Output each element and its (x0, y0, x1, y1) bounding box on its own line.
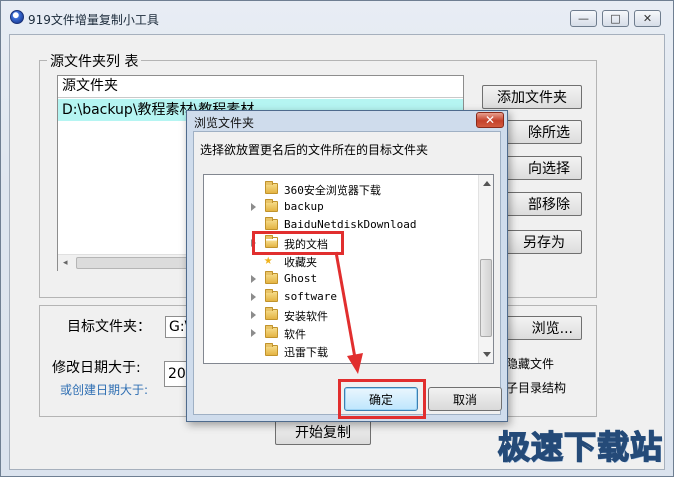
watermark-logo: 极速下载站 (497, 427, 664, 467)
arrow-line (334, 251, 357, 359)
annotation-arrow (334, 251, 363, 374)
arrow-head (347, 353, 363, 374)
